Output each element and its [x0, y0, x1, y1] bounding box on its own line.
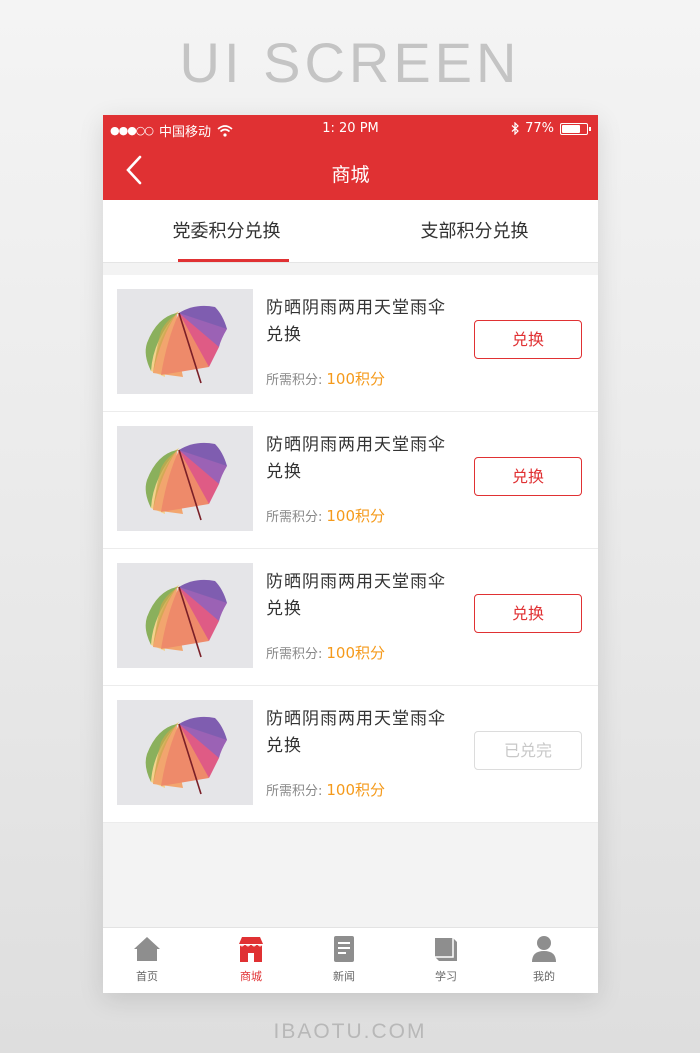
item-title: 防晒阴雨两用天堂雨伞兑换 [266, 709, 446, 756]
redeem-button[interactable]: 兑换 [474, 320, 582, 359]
item-points: 所需积分: 100积分 [266, 642, 385, 663]
tab-label: 新闻 [333, 970, 355, 983]
redeem-button[interactable]: 兑换 [474, 457, 582, 496]
top-caption: UI SCREEN [179, 31, 521, 94]
status-bar: ●●●○○ 中国移动 1: 20 PM 77% [103, 115, 598, 143]
item-title: 防晒阴雨两用天堂雨伞兑换 [266, 572, 446, 619]
list-item: 防晒阴雨两用天堂雨伞兑换 所需积分: 100积分 已兑完 [103, 686, 598, 823]
points-value: 100积分 [326, 507, 386, 525]
points-value: 100积分 [326, 370, 386, 388]
points-label: 所需积分: [266, 784, 323, 799]
book-icon [435, 938, 457, 961]
tab-study[interactable]: 学习 [406, 934, 486, 984]
battery-percent: 77% [525, 121, 554, 136]
item-points: 所需积分: 100积分 [266, 779, 385, 800]
product-list: 防晒阴雨两用天堂雨伞兑换 所需积分: 100积分 兑换 防晒阴雨两用天堂雨伞兑换 … [103, 275, 598, 823]
phone-screen: ●●●○○ 中国移动 1: 20 PM 77% 商城 党委积分兑换 支部积分兑换… [103, 115, 598, 993]
battery-icon [560, 122, 591, 135]
bottom-caption: IBAOTU.COM [273, 1020, 427, 1043]
points-label: 所需积分: [266, 647, 323, 662]
umbrella-image [117, 426, 253, 531]
list-item: 防晒阴雨两用天堂雨伞兑换 所需积分: 100积分 兑换 [103, 275, 598, 412]
tab-bar-top: 党委积分兑换 支部积分兑换 [103, 200, 598, 263]
bluetooth-icon [511, 122, 519, 135]
tab-label: 首页 [136, 970, 158, 983]
tab-mine[interactable]: 我的 [504, 934, 584, 984]
tab-label: 学习 [435, 970, 457, 983]
umbrella-image [117, 289, 253, 394]
redeemed-button: 已兑完 [474, 731, 582, 770]
app-header: ●●●○○ 中国移动 1: 20 PM 77% 商城 [103, 115, 598, 200]
points-label: 所需积分: [266, 510, 323, 525]
umbrella-image [117, 700, 253, 805]
redeem-button[interactable]: 兑换 [474, 594, 582, 633]
tab-branch[interactable]: 支部积分兑换 [351, 200, 598, 262]
points-label: 所需积分: [266, 373, 323, 388]
tab-label: 我的 [533, 970, 555, 983]
tab-home[interactable]: 首页 [107, 934, 187, 984]
news-icon [334, 936, 354, 962]
store-icon [239, 937, 263, 962]
tab-news[interactable]: 新闻 [304, 934, 384, 984]
tab-party-committee[interactable]: 党委积分兑换 [103, 200, 350, 262]
umbrella-image [117, 563, 253, 668]
profile-icon [532, 936, 556, 962]
list-item: 防晒阴雨两用天堂雨伞兑换 所需积分: 100积分 兑换 [103, 549, 598, 686]
points-value: 100积分 [326, 781, 386, 799]
tab-label: 商城 [240, 970, 262, 983]
page-title: 商城 [331, 164, 370, 186]
points-value: 100积分 [326, 644, 386, 662]
item-title: 防晒阴雨两用天堂雨伞兑换 [266, 435, 446, 482]
tab-store[interactable]: 商城 [211, 934, 291, 984]
item-title: 防晒阴雨两用天堂雨伞兑换 [266, 298, 446, 345]
home-icon [134, 937, 160, 961]
item-points: 所需积分: 100积分 [266, 368, 385, 389]
bottom-tab-bar: 首页 商城 新闻 学习 我的 [103, 927, 598, 993]
item-points: 所需积分: 100积分 [266, 505, 385, 526]
list-item: 防晒阴雨两用天堂雨伞兑换 所需积分: 100积分 兑换 [103, 412, 598, 549]
